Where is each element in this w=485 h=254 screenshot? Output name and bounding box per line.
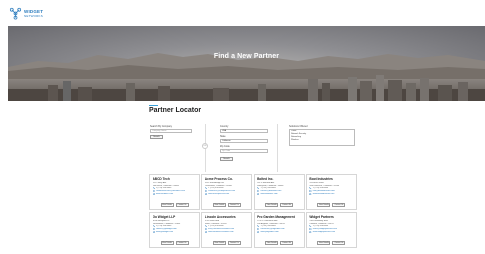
partner-card: Boot Industries 333 Bush Street San Franci…: [305, 174, 357, 210]
zip-code-input[interactable]: Zip Code: [220, 149, 268, 153]
partner-name: Bolted Inc.: [257, 177, 274, 181]
partner-card: Widget Partners 3100 Broadway Blvd Oakland…: [305, 212, 357, 248]
contact-us-button[interactable]: Contact Us: [175, 202, 189, 207]
company-search-label: Search By Company: [150, 125, 172, 128]
state-label: State: [220, 135, 226, 138]
solution-option[interactable]: Wireless: [290, 139, 354, 142]
card-actions: View Details Contact Us: [150, 202, 199, 207]
card-actions: View Details Contact Us: [307, 202, 356, 207]
partner-website-row[interactable]: www.lincolnaccessories.com: [204, 230, 249, 234]
partner-website[interactable]: www.boltedinc.com: [260, 193, 277, 196]
partner-name: Pro Garden Management: [257, 215, 295, 219]
partner-website[interactable]: www.gowidget.com: [156, 231, 173, 234]
partner-card: ABCD Tech 281 Cherry Ave San Bruno, Califo…: [149, 174, 200, 210]
partner-card: Bolted Inc. 281 S Mathilda Ave Sunnyvale, …: [253, 174, 305, 210]
view-details-button[interactable]: View Details: [160, 202, 174, 207]
partner-name: Widget Partners: [309, 215, 334, 219]
globe-icon: [309, 230, 312, 234]
partner-website[interactable]: www.lincolnaccessories.com: [208, 231, 233, 234]
contact-us-button[interactable]: Contact Us: [280, 240, 294, 245]
partner-card: Pro Garden Management 1745 S Comanche Ave…: [253, 212, 305, 248]
contact-us-button[interactable]: Contact Us: [332, 240, 346, 245]
partner-website-row[interactable]: www.abcdtech.com: [152, 192, 197, 196]
partner-website[interactable]: www.bootindustries.com: [313, 193, 335, 196]
card-actions: View Details Contact Us: [255, 240, 304, 245]
or-separator: OR: [202, 143, 208, 149]
partner-locator-heading: Partner Locator: [149, 105, 357, 114]
partner-results-grid: ABCD Tech 281 Cherry Ave San Bruno, Califo…: [149, 174, 357, 248]
contact-us-button[interactable]: Contact Us: [332, 202, 346, 207]
partner-website[interactable]: www.acmeprocess.com: [208, 193, 229, 196]
partner-website[interactable]: www.abcdtech.com: [156, 193, 173, 196]
partner-website-row[interactable]: www.gowidget.com: [152, 230, 197, 234]
globe-icon: [152, 230, 155, 234]
card-actions: View Details Contact Us: [150, 240, 199, 245]
view-details-button[interactable]: View Details: [317, 240, 331, 245]
country-select[interactable]: USA: [220, 129, 268, 133]
hero-title: Find a New Partner: [213, 53, 280, 60]
partner-website-row[interactable]: www.progarden.com: [257, 231, 301, 234]
contact-us-button[interactable]: Contact Us: [280, 202, 294, 207]
view-details-button[interactable]: View Details: [265, 240, 279, 245]
hero-banner: Find a New Partner: [8, 26, 485, 101]
company-search-button[interactable]: Search: [150, 135, 163, 139]
partner-website-row[interactable]: www.bootindustries.com: [309, 193, 353, 196]
company-name-input[interactable]: Company Name: [150, 129, 192, 133]
partner-card: Lincoln Accessories 4790 Irvine Blvd Irvin…: [201, 212, 253, 248]
globe-icon: [257, 192, 260, 196]
view-details-button[interactable]: View Details: [317, 202, 331, 207]
solutions-listbox[interactable]: Cloud Network Security Networking Wirele…: [289, 129, 355, 146]
site-header: WIDGET NETWORKS: [0, 0, 485, 26]
globe-icon: [204, 192, 208, 196]
location-search-button[interactable]: Search: [220, 157, 233, 161]
state-select[interactable]: California: [220, 139, 268, 143]
partner-card: Acme Process Co. 4259 Stonebridge Rd Pleas…: [201, 174, 253, 210]
network-nodes-icon: [9, 7, 22, 20]
partner-website-row[interactable]: www.acmeprocess.com: [204, 192, 249, 196]
globe-icon: [309, 192, 312, 196]
heading-accent-bar: [149, 105, 158, 106]
card-actions: View Details Contact Us: [255, 202, 304, 207]
logo-line-2: NETWORKS: [24, 13, 43, 18]
partner-name: Acme Process Co.: [204, 177, 233, 181]
contact-us-button[interactable]: Contact Us: [227, 202, 241, 207]
view-details-button[interactable]: View Details: [212, 240, 226, 245]
brand-logo[interactable]: WIDGET NETWORKS: [9, 7, 43, 20]
globe-icon: [152, 192, 155, 196]
view-details-button[interactable]: View Details: [212, 202, 226, 207]
partner-website[interactable]: www.progarden.com: [260, 231, 278, 234]
card-actions: View Details Contact Us: [307, 240, 356, 245]
card-actions: View Details Contact Us: [202, 240, 251, 245]
partner-name: Boot Industries: [309, 177, 333, 181]
view-details-button[interactable]: View Details: [160, 240, 174, 245]
partner-name: Go Widget LLP: [152, 215, 176, 219]
contact-us-button[interactable]: Contact Us: [227, 240, 241, 245]
search-filters: Search By Company Company Name Search OR…: [149, 124, 357, 172]
partner-card: Go Widget LLP 3098 Northpoint Dr Sacrament…: [149, 212, 200, 248]
page-title: Partner Locator: [149, 107, 202, 114]
partner-website-row[interactable]: www.widgetpartners.com: [309, 231, 353, 234]
partner-website[interactable]: www.widgetpartners.com: [313, 231, 335, 234]
contact-us-button[interactable]: Contact Us: [175, 240, 189, 245]
zip-label: Zip Code: [220, 145, 230, 148]
partner-name: ABCD Tech: [152, 177, 170, 181]
view-details-button[interactable]: View Details: [265, 202, 279, 207]
card-actions: View Details Contact Us: [202, 202, 251, 207]
partner-website-row[interactable]: www.boltedinc.com: [257, 193, 301, 196]
globe-icon: [204, 230, 208, 234]
partner-name: Lincoln Accessories: [204, 215, 236, 219]
country-label: Country: [220, 125, 229, 128]
solutions-label: Solutions Offered: [289, 125, 308, 128]
globe-icon: [257, 230, 260, 234]
city-skyline-image: [8, 75, 485, 101]
